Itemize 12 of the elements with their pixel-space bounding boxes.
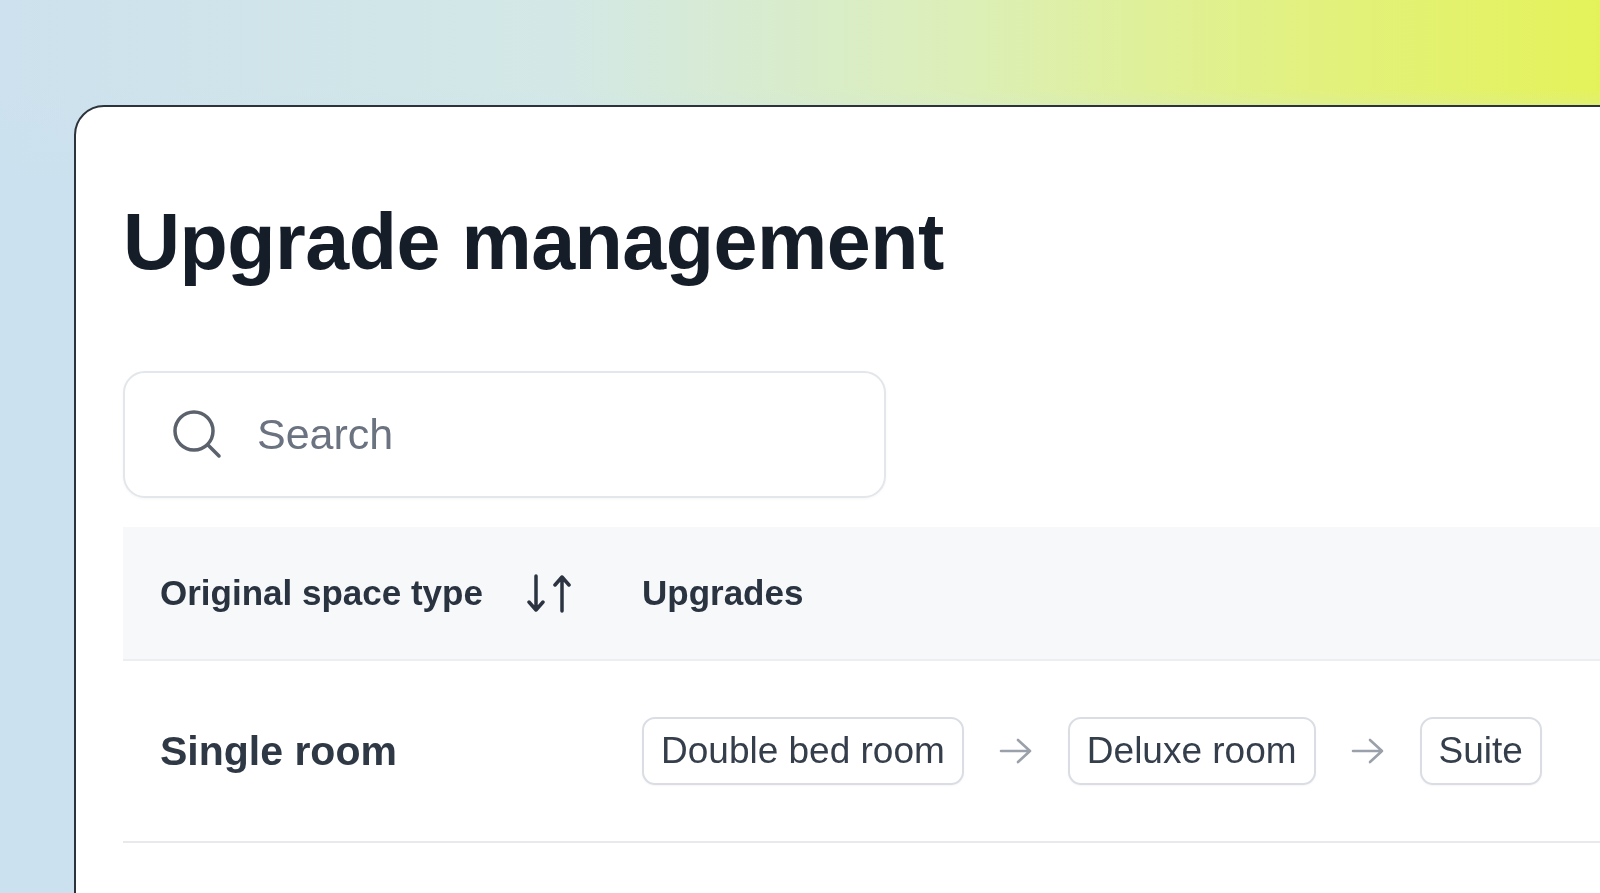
upgrade-tag: Double bed room bbox=[642, 717, 964, 785]
arrow-right-icon bbox=[1350, 737, 1385, 765]
page-title: Upgrade management bbox=[123, 197, 944, 287]
arrow-right-icon bbox=[998, 737, 1033, 765]
sort-icon[interactable] bbox=[526, 572, 572, 614]
search-icon bbox=[171, 408, 223, 460]
upgrade-tag: Suite bbox=[1419, 717, 1542, 785]
column-header: Original space type bbox=[160, 573, 483, 613]
upgrade-tag: Deluxe room bbox=[1067, 717, 1316, 785]
space-type-label: Single room bbox=[160, 727, 397, 775]
column-header: Upgrades bbox=[642, 573, 804, 613]
search-field[interactable]: Search bbox=[123, 371, 886, 498]
